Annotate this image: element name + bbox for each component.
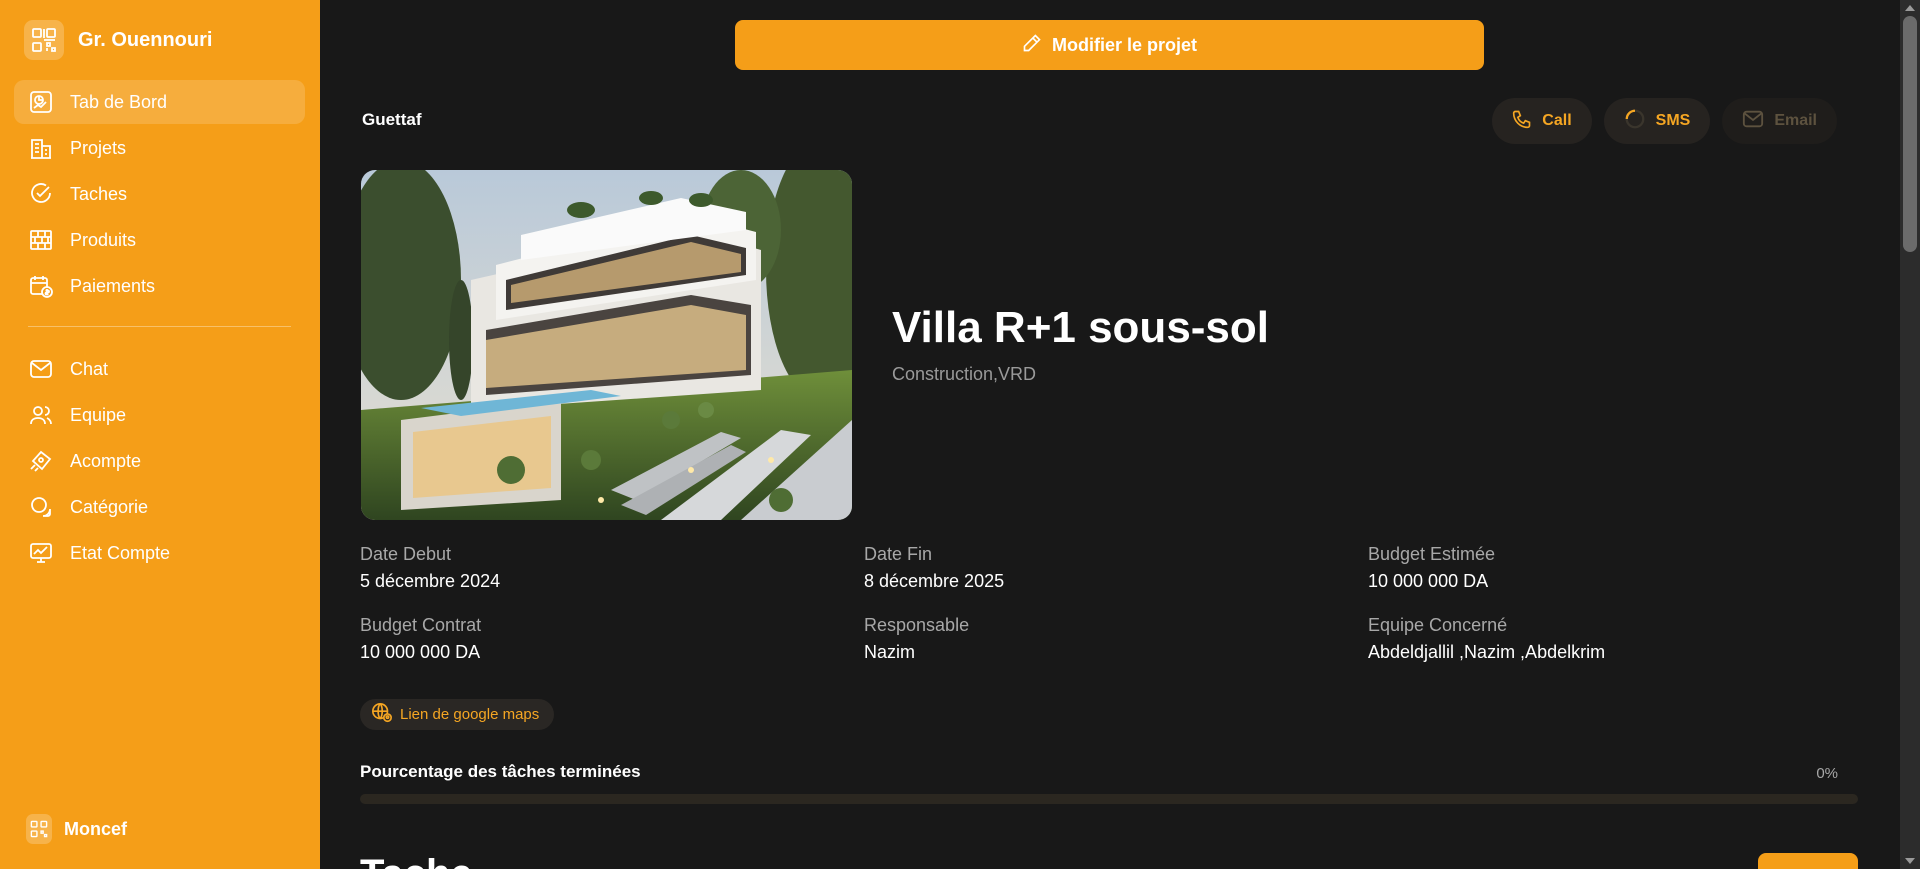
- users-icon: [28, 402, 54, 428]
- info-label: Date Debut: [360, 544, 452, 564]
- mail-icon: [28, 356, 54, 382]
- sidebar-item-label: Equipe: [70, 404, 127, 425]
- sidebar-item-produits[interactable]: Produits: [14, 218, 305, 262]
- brand-name: Gr. Ouennouri: [78, 28, 213, 51]
- info-equipe-concerne: Equipe Concerné Abdeldjallil ,Nazim ,Abd…: [1368, 615, 1872, 663]
- calendar-dollar-icon: [28, 273, 54, 299]
- sidebar-item-acompte[interactable]: Acompte: [14, 439, 305, 483]
- project-info-grid: Date Debut 5 décembre 2024 Date Fin 8 dé…: [360, 544, 1875, 663]
- sidebar-item-paiements[interactable]: Paiements: [14, 264, 305, 308]
- scroll-down-arrow-icon[interactable]: [1905, 858, 1915, 864]
- sidebar-item-categorie[interactable]: Catégorie: [14, 485, 305, 529]
- progress-bar: [360, 794, 1858, 804]
- sidebar-item-tab-de-bord[interactable]: Tab de Bord: [14, 80, 305, 124]
- call-button[interactable]: Call: [1492, 98, 1592, 144]
- sidebar: Gr. Ouennouri Tab de Bord Projets Taches: [0, 0, 320, 869]
- project-image: [361, 170, 852, 520]
- sidebar-item-projets[interactable]: Projets: [14, 126, 305, 170]
- email-label: Email: [1774, 112, 1817, 129]
- info-label: Budget Estimée: [1368, 544, 1496, 564]
- buildings-icon: [28, 135, 54, 161]
- client-name: Guettaf: [362, 110, 422, 129]
- sidebar-item-etat-compte[interactable]: Etat Compte: [14, 531, 305, 575]
- user-name: Moncef: [64, 818, 127, 839]
- call-label: Call: [1542, 112, 1572, 129]
- mail-icon: [1742, 108, 1764, 135]
- main-content: Modifier le projet Guettaf Call SMS Emai…: [320, 0, 1900, 869]
- info-value: Abdeldjallil ,Nazim ,Abdelkrim: [1368, 642, 1606, 662]
- info-date-fin: Date Fin 8 décembre 2025: [864, 544, 1368, 592]
- sidebar-item-label: Taches: [70, 183, 128, 204]
- add-task-button[interactable]: [1758, 853, 1858, 869]
- user-avatar-icon: [26, 814, 52, 844]
- contact-buttons: Call SMS Email: [1492, 98, 1837, 144]
- info-value: 10 000 000 DA: [360, 642, 481, 662]
- check-circle-icon: [28, 181, 54, 207]
- edit-project-button[interactable]: Modifier le projet: [735, 20, 1484, 70]
- pencil-icon: [1022, 33, 1042, 58]
- info-value: 5 décembre 2024: [360, 571, 501, 591]
- info-responsable: Responsable Nazim: [864, 615, 1368, 663]
- info-label: Responsable: [864, 615, 970, 635]
- sidebar-item-equipe[interactable]: Equipe: [14, 393, 305, 437]
- dashboard-icon: [28, 89, 54, 115]
- user-profile[interactable]: Moncef: [26, 814, 127, 844]
- sidebar-item-label: Tab de Bord: [70, 91, 168, 112]
- sidebar-item-label: Etat Compte: [70, 542, 171, 563]
- info-label: Budget Contrat: [360, 615, 482, 635]
- scroll-up-arrow-icon[interactable]: [1905, 5, 1915, 11]
- sidebar-divider: [28, 326, 291, 327]
- tasks-section-title: Tache: [360, 852, 473, 869]
- info-label: Equipe Concerné: [1368, 615, 1508, 635]
- info-budget-contrat: Budget Contrat 10 000 000 DA: [360, 615, 864, 663]
- bricks-icon: [28, 227, 54, 253]
- sidebar-item-label: Projets: [70, 137, 127, 158]
- globe-location-icon: [371, 702, 393, 728]
- category-icon: [28, 494, 54, 520]
- info-value: Nazim: [864, 642, 916, 662]
- sidebar-nav: Tab de Bord Projets Taches Produits Paie…: [14, 80, 305, 577]
- progress-title: Pourcentage des tâches terminées: [360, 762, 641, 781]
- money-hand-icon: [28, 448, 54, 474]
- project-title: Villa R+1 sous-sol: [892, 303, 1270, 352]
- google-maps-label: Lien de google maps: [400, 706, 540, 723]
- google-maps-link[interactable]: Lien de google maps: [360, 699, 555, 730]
- sidebar-item-chat[interactable]: Chat: [14, 347, 305, 391]
- phone-icon: [1512, 109, 1532, 134]
- progress-percentage: 0%: [1816, 765, 1838, 782]
- project-categories: Construction,VRD: [892, 364, 1037, 384]
- monitor-chart-icon: [28, 540, 54, 566]
- app-root: Gr. Ouennouri Tab de Bord Projets Taches: [0, 0, 1920, 869]
- sidebar-item-label: Paiements: [70, 275, 156, 296]
- edit-project-label: Modifier le projet: [1051, 34, 1197, 55]
- email-button[interactable]: Email: [1722, 98, 1837, 144]
- info-value: 10 000 000 DA: [1368, 571, 1489, 591]
- brand-logo-icon: [24, 20, 64, 60]
- sidebar-item-taches[interactable]: Taches: [14, 172, 305, 216]
- loading-spinner-icon: [1624, 108, 1646, 135]
- sidebar-item-label: Produits: [70, 229, 137, 250]
- sms-label: SMS: [1655, 112, 1691, 129]
- sidebar-item-label: Catégorie: [70, 496, 149, 517]
- brand[interactable]: Gr. Ouennouri: [24, 20, 212, 60]
- vertical-scrollbar[interactable]: [1900, 0, 1920, 869]
- sidebar-item-label: Chat: [70, 358, 109, 379]
- sidebar-item-label: Acompte: [70, 450, 142, 471]
- info-label: Date Fin: [864, 544, 933, 564]
- info-date-debut: Date Debut 5 décembre 2024: [360, 544, 864, 592]
- sms-button[interactable]: SMS: [1603, 98, 1711, 144]
- scrollbar-thumb[interactable]: [1903, 16, 1917, 252]
- info-value: 8 décembre 2025: [864, 571, 1005, 591]
- info-budget-estimee: Budget Estimée 10 000 000 DA: [1368, 544, 1872, 592]
